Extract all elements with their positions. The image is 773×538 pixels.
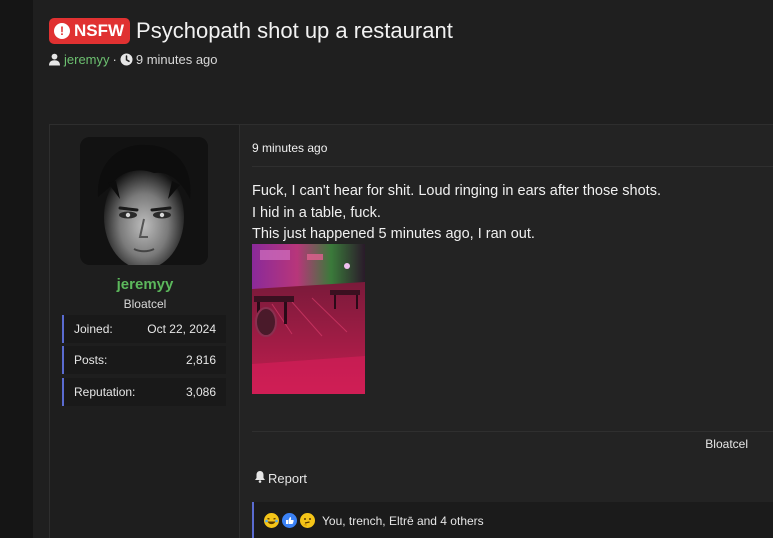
user-title: Bloatcel [123, 297, 167, 311]
exclamation-icon: ! [54, 23, 70, 39]
post-line: I hid in a table, fuck. [252, 204, 381, 221]
report-button[interactable]: Report [254, 470, 307, 486]
stat-posts: Posts: 2,816 [62, 346, 226, 374]
report-label: Report [268, 470, 308, 486]
thread-meta: jeremyy · 9 minutes ago [48, 52, 218, 67]
post-username[interactable]: jeremyy [50, 276, 240, 293]
stat-value: Oct 22, 2024 [147, 322, 216, 336]
divider [252, 166, 773, 167]
meta-separator: · [112, 52, 117, 67]
stat-value: 3,086 [185, 385, 216, 399]
stat-reputation: Reputation: 3,086 [62, 378, 226, 406]
laughing-face-icon [264, 513, 279, 528]
stat-value: 2,816 [185, 353, 216, 367]
clock-icon [120, 53, 133, 66]
stat-label: Reputation: [74, 385, 136, 399]
post-content: 9 minutes ago Fuck, I can't hear for shi… [240, 125, 773, 538]
signature-divider [252, 431, 773, 432]
user-icon [48, 53, 61, 66]
post-timestamp[interactable]: 9 minutes ago [252, 141, 327, 155]
post-line: Fuck, I can't hear for shit. Loud ringin… [252, 183, 661, 199]
user-info-panel: jeremyy Bloatcel Joined: Oct 22, 2024 Po… [50, 125, 240, 538]
post-image[interactable] [252, 244, 365, 394]
nsfw-badge[interactable]: ! NSFW [49, 18, 131, 44]
post-line: This just happened 5 minutes ago, I ran … [252, 226, 535, 242]
thread-header: ! NSFW Psychopath shot up a restaurant [49, 17, 453, 45]
post-body: Fuck, I can't hear for shit. Loud ringin… [252, 181, 661, 246]
left-gutter [0, 0, 33, 538]
bell-icon [254, 470, 266, 486]
nsfw-badge-label: NSFW [74, 21, 125, 40]
thumbs-up-icon [282, 513, 297, 528]
reactions-summary[interactable]: You, trench, Eltrē and 4 others [322, 514, 484, 528]
thread-author-link[interactable]: jeremyy [64, 52, 110, 67]
thinking-face-icon [300, 513, 315, 528]
user-signature: Bloatcel [705, 437, 748, 451]
reactions-bar[interactable]: You, trench, Eltrē and 4 others [252, 502, 773, 538]
thread-view: ! NSFW Psychopath shot up a restaurant j… [33, 0, 773, 538]
stat-joined: Joined: Oct 22, 2024 [62, 315, 226, 343]
thread-posted-time[interactable]: 9 minutes ago [136, 52, 218, 67]
thread-title: Psychopath shot up a restaurant [136, 18, 453, 43]
avatar[interactable] [80, 137, 208, 265]
stat-label: Posts: [74, 353, 108, 367]
post: jeremyy Bloatcel Joined: Oct 22, 2024 Po… [49, 124, 773, 538]
stat-label: Joined: [74, 322, 113, 336]
